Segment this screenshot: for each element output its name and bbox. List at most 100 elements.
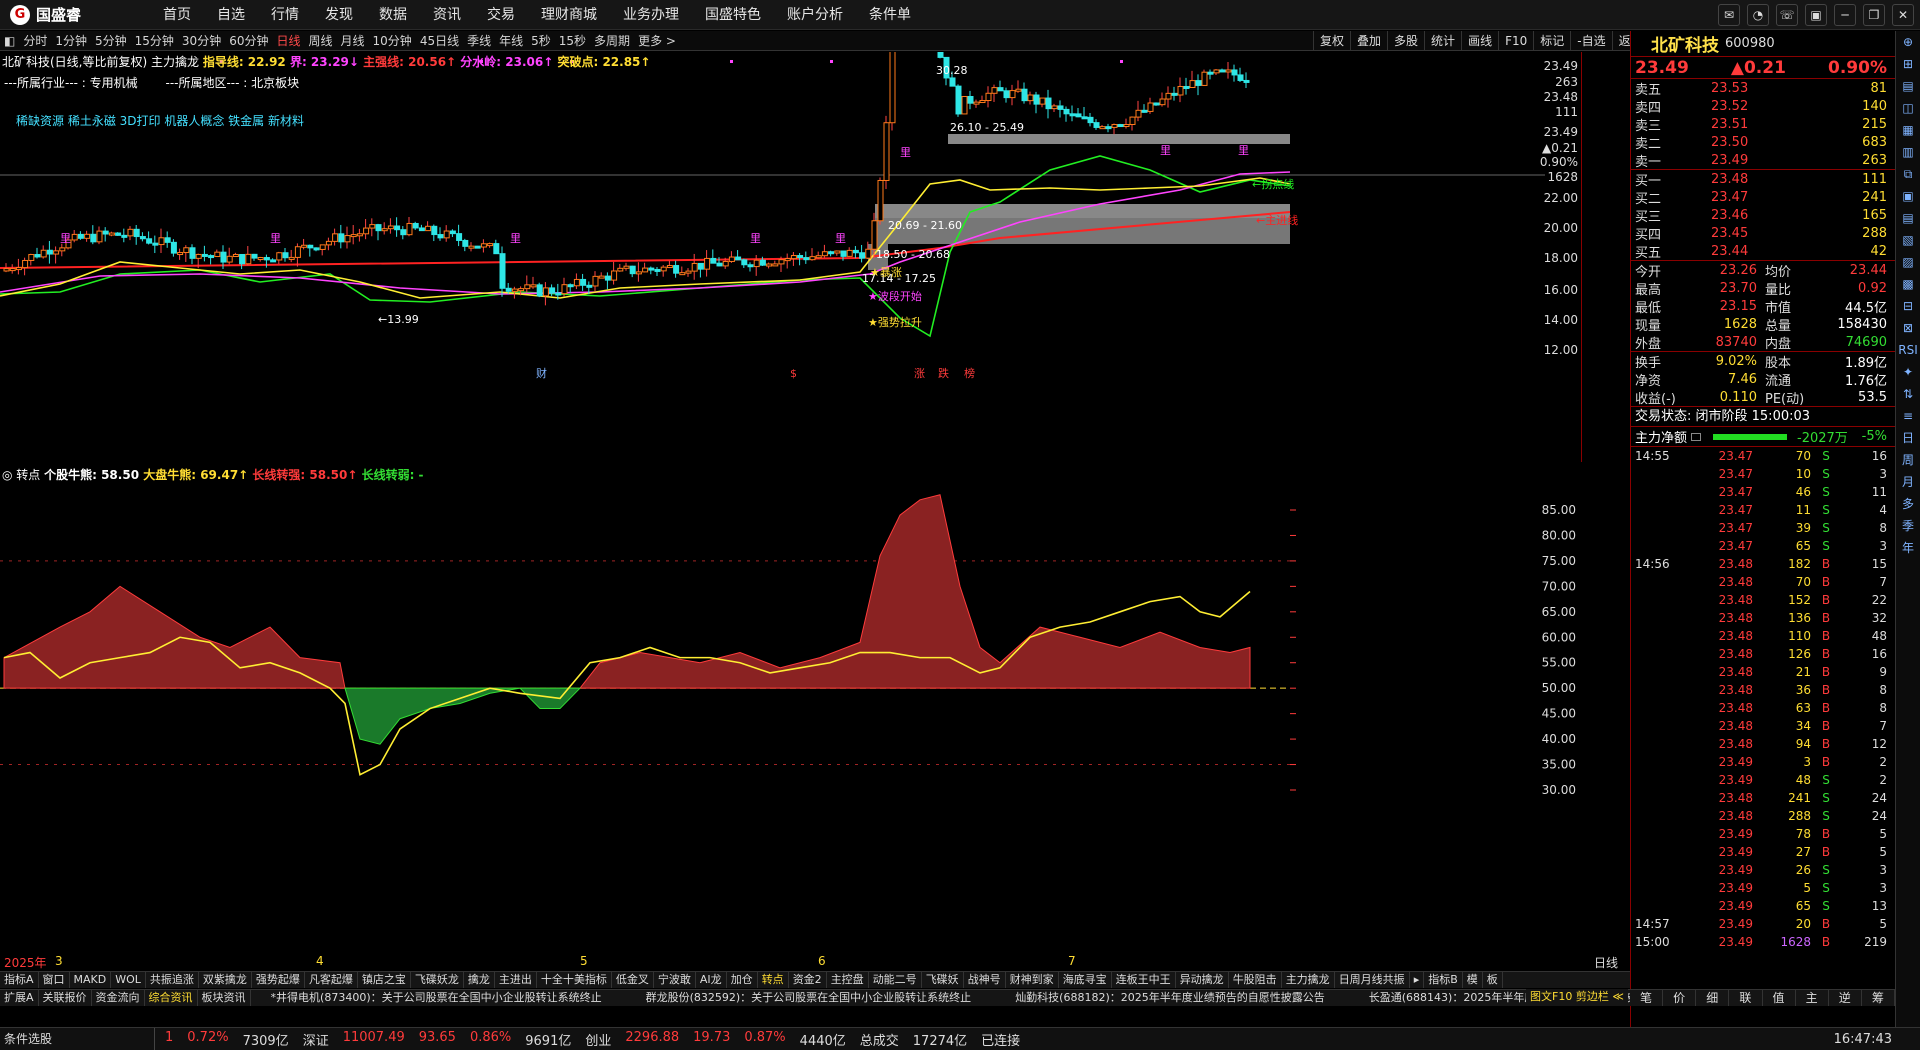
quote-tab[interactable]: 值 [1763, 990, 1796, 1006]
menu-item[interactable]: 自选 [204, 0, 258, 30]
indicator-tab[interactable]: 动能二号 [869, 972, 922, 988]
indicator-tab[interactable]: 强势起爆 [252, 972, 305, 988]
indicator-name[interactable]: 主力擒龙 [147, 55, 203, 69]
side-tool-icon[interactable]: 年 [1896, 537, 1920, 559]
side-tool-icon[interactable]: 日 [1896, 427, 1920, 449]
menu-item[interactable]: 发现 [312, 0, 366, 30]
menu-item[interactable]: 行情 [258, 0, 312, 30]
period-tab[interactable]: 45日线 [416, 31, 463, 51]
restore-icon[interactable]: ❐ [1863, 4, 1885, 26]
toolbar-button[interactable]: F10 [1498, 31, 1533, 51]
quote-tab[interactable]: 主 [1796, 990, 1829, 1006]
indicator-tab[interactable]: 凡客起爆 [305, 972, 358, 988]
indicator-name[interactable]: ◎ 转点 [2, 468, 44, 482]
indicator-tab[interactable]: 异动擒龙 [1176, 972, 1229, 988]
indicator-tab[interactable]: WOL [111, 972, 146, 988]
menu-item[interactable]: 数据 [366, 0, 420, 30]
side-tool-icon[interactable]: RSI [1896, 339, 1920, 361]
orderbook-row[interactable]: 卖二 23.50 683 [1631, 133, 1895, 152]
side-tool-icon[interactable]: 多 [1896, 493, 1920, 515]
orderbook-row[interactable]: 卖三 23.51 215 [1631, 115, 1895, 134]
indicator-tab[interactable]: ▸ [1410, 972, 1425, 988]
indicator-tab[interactable]: 战神号 [964, 972, 1006, 988]
quote-tab[interactable]: 筹 [1862, 990, 1895, 1006]
side-tool-icon[interactable]: ✦ [1896, 361, 1920, 383]
orderbook-row[interactable]: 买三 23.46 165 [1631, 206, 1895, 225]
news-item[interactable]: 群龙股份(832592)：关于公司股票在全国中小企业股转让系统终止 [646, 990, 972, 1006]
side-tool-icon[interactable]: ⊞ [1896, 53, 1920, 75]
period-tab[interactable]: 年线 [495, 31, 527, 51]
period-tab[interactable]: 多周期 [590, 31, 634, 51]
period-tab[interactable]: 15分钟 [131, 31, 178, 51]
side-tool-icon[interactable]: ◫ [1896, 97, 1920, 119]
layout-icon[interactable]: ◧ [0, 31, 19, 51]
side-tool-icon[interactable]: ⊠ [1896, 317, 1920, 339]
period-tab[interactable]: 周线 [305, 31, 337, 51]
menu-item[interactable]: 理财商城 [528, 0, 610, 30]
minimize-icon[interactable]: ─ [1834, 4, 1856, 26]
period-tab[interactable]: 更多 > [634, 31, 680, 51]
side-tool-icon[interactable]: ▤ [1896, 207, 1920, 229]
orderbook-row[interactable]: 买四 23.45 288 [1631, 224, 1895, 243]
quote-tab[interactable]: 逆 [1829, 990, 1862, 1006]
period-tab[interactable]: 日线 [272, 31, 304, 51]
indicator-tab[interactable]: 板 [1483, 972, 1503, 988]
app-logo[interactable]: G 国盛睿 [0, 0, 140, 30]
orderbook-row[interactable]: 买二 23.47 241 [1631, 188, 1895, 207]
indicator-tab[interactable]: 共振追涨 [146, 972, 199, 988]
period-tab[interactable]: 5秒 [527, 31, 555, 51]
period-tab[interactable]: 15秒 [555, 31, 590, 51]
message-icon[interactable]: ✉ [1718, 4, 1740, 26]
side-tool-icon[interactable]: 季 [1896, 515, 1920, 537]
toolbar-button[interactable]: 复权 [1313, 31, 1350, 51]
period-tab[interactable]: 10分钟 [369, 31, 416, 51]
indicator-tab[interactable]: 指标B [1424, 972, 1463, 988]
quote-tab[interactable]: 联 [1729, 990, 1763, 1006]
orderbook-row[interactable]: 卖四 23.52 140 [1631, 97, 1895, 116]
side-tool-icon[interactable]: 周 [1896, 449, 1920, 471]
side-tool-icon[interactable]: ▨ [1896, 251, 1920, 273]
side-tool-icon[interactable]: ⊕ [1896, 31, 1920, 53]
period-tab[interactable]: 1分钟 [51, 31, 91, 51]
side-tool-icon[interactable]: ▥ [1896, 141, 1920, 163]
menu-item[interactable]: 资讯 [420, 0, 474, 30]
menu-item[interactable]: 条件单 [856, 0, 924, 30]
toolbar-button[interactable]: 统计 [1424, 31, 1461, 51]
toolbar-button[interactable]: 画线 [1461, 31, 1498, 51]
side-tool-icon[interactable]: ▣ [1896, 185, 1920, 207]
indicator-tab[interactable]: 低金叉 [612, 972, 654, 988]
indicator-tab[interactable]: 宁波敢 [654, 972, 696, 988]
orderbook-row[interactable]: 买五 23.44 42 [1631, 242, 1895, 261]
news-item[interactable]: 灿勤科技(688182)：2025年半年度业绩预告的自愿性披露公告 [1015, 990, 1325, 1006]
indicator-tab[interactable]: 模 [1463, 972, 1483, 988]
indicator-tab[interactable]: 擒龙 [464, 972, 495, 988]
close-icon[interactable]: ✕ [1892, 4, 1914, 26]
stock-screener-tab[interactable]: 条件选股 [0, 1027, 155, 1050]
indicator-tab[interactable]: 窗口 [39, 972, 70, 988]
quote-tab[interactable]: 细 [1696, 990, 1730, 1006]
toolbar-button[interactable]: 标记 [1533, 31, 1570, 51]
indicator-tab[interactable]: 连板王中王 [1112, 972, 1176, 988]
news-right-label[interactable]: 图文F10 剪边栏 ≪ [1526, 989, 1628, 1006]
info-tab[interactable]: 板块资讯 [198, 990, 251, 1006]
indicator-tab[interactable]: 双紫擒龙 [199, 972, 252, 988]
side-tool-icon[interactable]: ▧ [1896, 229, 1920, 251]
info-tab[interactable]: 资金流向 [92, 990, 145, 1006]
side-tool-icon[interactable]: ▩ [1896, 273, 1920, 295]
orderbook-row[interactable]: 买一 23.48 111 [1631, 170, 1895, 189]
indicator-tab[interactable]: 飞碟妖 [922, 972, 964, 988]
indicator-tab[interactable]: 转点 [758, 972, 789, 988]
oscillator-chart[interactable]: 85.00 80.00 75.00 70.00 65.00 60.00 55.00 50.00… [0, 463, 1582, 953]
indicator-tab[interactable]: 主进出 [495, 972, 537, 988]
indicator-tab[interactable]: 加仓 [727, 972, 758, 988]
monitor-icon[interactable]: ◔ [1747, 4, 1769, 26]
indicator-tab[interactable]: MAKD [70, 972, 112, 988]
toolbar-button[interactable]: 叠加 [1350, 31, 1387, 51]
period-tab[interactable]: 60分钟 [225, 31, 272, 51]
indicator-tab[interactable]: 财神到家 [1006, 972, 1059, 988]
skin-icon[interactable]: ▣ [1805, 4, 1827, 26]
tick-list[interactable]: 14:55 23.47 70 S 16 23.47 10 S 3 23.47 46 S 11 23.47 1… [1631, 447, 1895, 951]
indicator-tab[interactable]: AI龙 [696, 972, 727, 988]
indicator-tab[interactable]: 日周月线共振 [1335, 972, 1410, 988]
expand-icon[interactable] [1691, 432, 1702, 441]
